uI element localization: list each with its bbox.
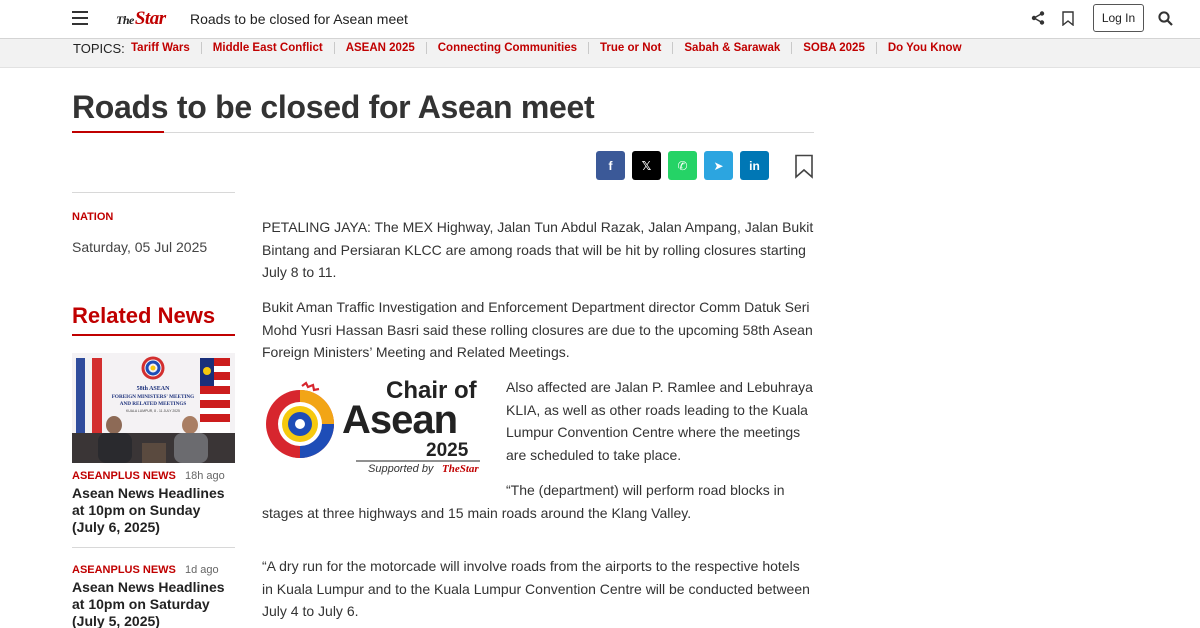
thumb-banner-line-4: KUALA LUMPUR, 8 - 11 JULY 2025 — [126, 409, 180, 413]
topic-link[interactable]: Middle East Conflict — [202, 42, 335, 54]
whatsapp-icon: ✆ — [677, 158, 688, 173]
related-divider — [72, 547, 235, 548]
logo-text-supporter: TheStar — [442, 463, 479, 475]
share-icon[interactable] — [1031, 11, 1045, 25]
menu-icon[interactable] — [72, 11, 88, 25]
publish-date: Saturday, 05 Jul 2025 — [72, 239, 208, 255]
topic-link[interactable]: Tariff Wars — [120, 42, 202, 54]
thumb-banner-line-1: 58th ASEAN — [137, 386, 171, 392]
header-article-title: Roads to be closed for Asean meet — [190, 11, 408, 27]
topic-link[interactable]: Connecting Communities — [427, 42, 590, 54]
telegram-icon: ➤ — [713, 158, 724, 173]
logo-text-asean: Asean — [342, 398, 457, 442]
related-news-thumbnail[interactable]: 58th ASEAN FOREIGN MINISTERS' MEETING AN… — [72, 353, 235, 463]
thumb-banner-line-2: FOREIGN MINISTERS' MEETING — [112, 394, 194, 400]
thumb-banner-line-3: AND RELATED MEETINGS — [120, 401, 187, 407]
telegram-share-button[interactable]: ➤ — [704, 151, 733, 180]
bookmark-icon[interactable] — [1062, 11, 1074, 26]
related-time: 18h ago — [184, 470, 225, 482]
topics-list: Tariff Wars Middle East Conflict ASEAN 2… — [120, 42, 973, 54]
related-news-item: ASEANPLUS NEWS 18h ago Asean News Headli… — [72, 470, 235, 536]
page-title: Roads to be closed for Asean meet — [72, 89, 595, 125]
logo-text-year: 2025 — [426, 440, 469, 461]
topic-link[interactable]: Sabah & Sarawak — [673, 42, 793, 54]
logo-text-supported-by: Supported by — [368, 463, 435, 475]
topic-link[interactable]: SOBA 2025 — [792, 42, 877, 54]
related-time: 1d ago — [184, 564, 219, 576]
related-title[interactable]: Asean News Headlines at 10pm on Sunday (… — [72, 485, 235, 536]
login-button[interactable]: Log In — [1093, 4, 1144, 32]
chair-of-asean-logo: Chair of Asean 2025 Supported by TheStar — [266, 378, 480, 475]
related-category[interactable]: ASEANPLUS NEWS — [72, 564, 176, 576]
facebook-share-button[interactable]: f — [596, 151, 625, 180]
article-paragraph: “A dry run for the motorcade will involv… — [262, 558, 810, 619]
facebook-icon: f — [608, 158, 613, 173]
related-title[interactable]: Asean News Headlines at 10pm on Saturday… — [72, 579, 235, 628]
linkedin-icon: in — [749, 158, 760, 173]
top-header: TheStar Roads to be closed for Asean mee… — [0, 0, 1200, 39]
topic-link[interactable]: True or Not — [589, 42, 674, 54]
headline-divider — [72, 132, 814, 133]
article-paragraph: “The (department) will perform road bloc… — [262, 482, 785, 521]
share-buttons: f 𝕏 ✆ ➤ in — [596, 151, 769, 180]
related-news-underline — [72, 334, 235, 336]
x-icon: 𝕏 — [641, 158, 652, 173]
x-share-button[interactable]: 𝕏 — [632, 151, 661, 180]
article-paragraph: PETALING JAYA: The MEX Highway, Jalan Tu… — [262, 219, 814, 280]
related-news-heading: Related News — [72, 303, 216, 328]
the-star-logo[interactable]: TheStar — [116, 8, 166, 30]
linkedin-share-button[interactable]: in — [740, 151, 769, 180]
topics-bar: TOPICS: Tariff Wars Middle East Conflict… — [0, 39, 1200, 68]
topics-label: TOPICS: — [73, 41, 125, 56]
related-category[interactable]: ASEANPLUS NEWS — [72, 470, 176, 482]
topic-link[interactable]: Do You Know — [877, 42, 973, 54]
topic-link[interactable]: ASEAN 2025 — [335, 42, 427, 54]
related-news-item: ASEANPLUS NEWS 1d ago Asean News Headlin… — [72, 564, 235, 628]
search-icon[interactable] — [1158, 11, 1173, 26]
article-paragraph: Bukit Aman Traffic Investigation and Enf… — [262, 299, 813, 360]
bookmark-article-icon[interactable] — [794, 154, 814, 179]
left-column-divider — [72, 192, 235, 193]
category-label[interactable]: NATION — [72, 211, 113, 223]
whatsapp-share-button[interactable]: ✆ — [668, 151, 697, 180]
related-thumbnail-image: 58th ASEAN FOREIGN MINISTERS' MEETING AN… — [72, 353, 235, 463]
related-meta: ASEANPLUS NEWS 1d ago — [72, 564, 235, 576]
headline-accent-bar — [72, 131, 164, 133]
related-meta: ASEANPLUS NEWS 18h ago — [72, 470, 235, 482]
article-paragraph: Also affected are Jalan P. Ramlee and Le… — [506, 379, 813, 463]
